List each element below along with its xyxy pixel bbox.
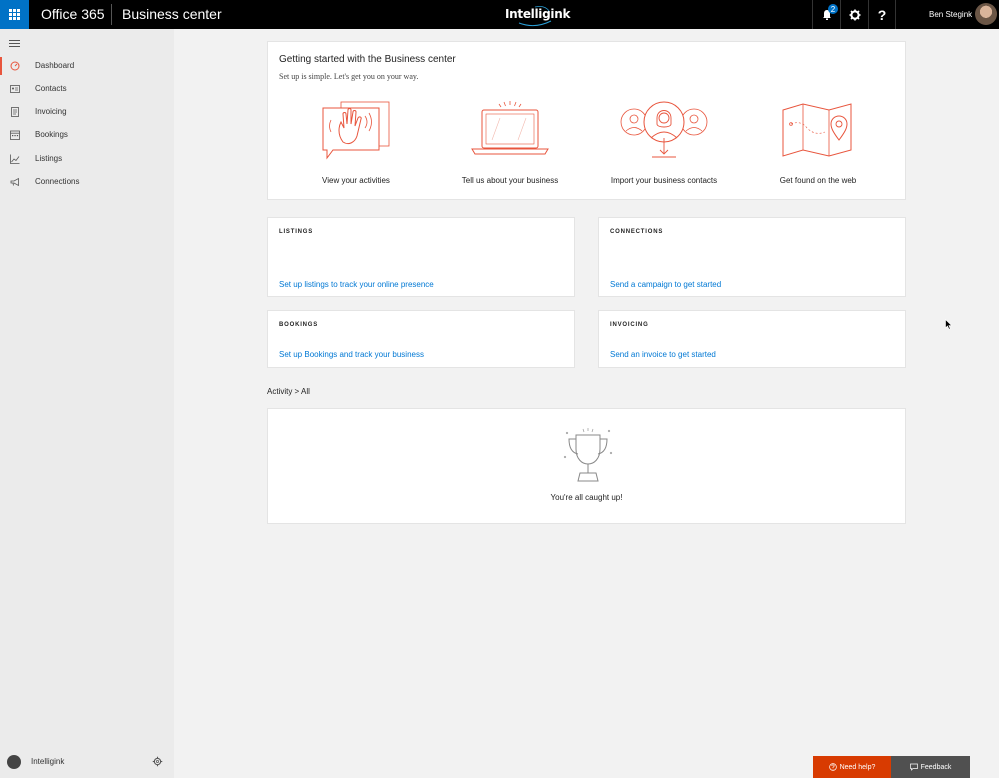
org-avatar [7, 755, 21, 769]
sidebar-item-label: Connections [35, 177, 80, 186]
get-found-item[interactable]: Get found on the web [748, 100, 888, 190]
invoicing-tile: INVOICING Send an invoice to get started [598, 310, 906, 368]
need-help-button[interactable]: Need help? [813, 756, 891, 778]
org-switcher[interactable]: Intelligink [7, 754, 167, 770]
sidebar-item-invoicing[interactable]: Invoicing [0, 103, 174, 121]
tile-heading: LISTINGS [279, 229, 314, 235]
help-button[interactable]: ? [868, 0, 896, 29]
invoice-icon [11, 107, 19, 117]
gs-item-label: Tell us about your business [461, 176, 559, 185]
sidebar-item-label: Contacts [35, 84, 67, 93]
dashboard-icon [10, 61, 20, 71]
tile-heading: INVOICING [610, 322, 649, 328]
notifications-button[interactable]: 2 [812, 0, 840, 29]
feedback-button[interactable]: Feedback [891, 756, 970, 778]
mouse-cursor-icon [945, 319, 953, 330]
tile-heading: BOOKINGS [279, 322, 319, 328]
gear-icon [849, 9, 860, 20]
send-invoice-link[interactable]: Send an invoice to get started [610, 350, 716, 359]
notification-badge: 2 [828, 4, 838, 14]
tile-heading: CONNECTIONS [610, 229, 664, 235]
contact-card-icon [10, 85, 20, 93]
feedback-label: Feedback [920, 763, 952, 771]
import-contacts-item[interactable]: Import your business contacts [594, 100, 734, 190]
trophy-icon [563, 428, 613, 482]
sidebar-item-label: Invoicing [35, 107, 67, 116]
need-help-label: Need help? [839, 763, 876, 771]
waffle-icon [9, 9, 20, 20]
map-pin-icon [782, 103, 852, 157]
sidebar: Dashboard Contacts Invoicing Bookings Li… [0, 29, 174, 778]
header-divider [111, 4, 112, 25]
brand-logo: Intelligink [505, 3, 570, 27]
sidebar-item-label: Bookings [35, 130, 68, 139]
send-campaign-link[interactable]: Send a campaign to get started [610, 280, 721, 289]
sidebar-item-connections[interactable]: Connections [0, 173, 174, 191]
org-name: Intelligink [31, 757, 65, 766]
gs-item-label: View your activities [322, 176, 390, 185]
calendar-icon [10, 130, 20, 140]
line-chart-icon [10, 154, 20, 164]
bookings-setup-link[interactable]: Set up Bookings and track your business [279, 350, 424, 359]
question-icon: ? [877, 6, 887, 23]
waving-hand-icon [322, 101, 390, 160]
top-bar: Office 365 Business center Intelligink 2… [0, 0, 999, 29]
bookings-tile: BOOKINGS Set up Bookings and track your … [267, 310, 575, 368]
gs-item-label: Import your business contacts [610, 176, 718, 185]
settings-button[interactable] [840, 0, 868, 29]
gear-icon[interactable] [152, 756, 163, 767]
speech-bubble-icon [909, 763, 918, 771]
sidebar-item-label: Listings [35, 154, 63, 163]
user-avatar[interactable] [975, 3, 997, 25]
business-info-item[interactable]: Tell us about your business [440, 100, 580, 190]
app-title[interactable]: Business center [122, 6, 222, 22]
activity-card: You're all caught up! [267, 408, 906, 524]
megaphone-icon [10, 177, 19, 187]
hamburger-menu-icon[interactable] [9, 40, 20, 49]
getting-started-title: Getting started with the Business center [279, 54, 456, 65]
sidebar-item-dashboard[interactable]: Dashboard [0, 57, 174, 75]
getting-started-card: Getting started with the Business center… [267, 41, 906, 200]
contacts-import-icon [620, 101, 708, 158]
view-activities-item[interactable]: View your activities [286, 100, 426, 190]
app-launcher-button[interactable] [0, 0, 29, 29]
sidebar-item-bookings[interactable]: Bookings [0, 126, 174, 144]
activity-breadcrumb[interactable]: Activity > All [267, 387, 310, 396]
sidebar-item-contacts[interactable]: Contacts [0, 80, 174, 98]
sidebar-item-label: Dashboard [35, 61, 75, 70]
connections-tile: CONNECTIONS Send a campaign to get start… [598, 217, 906, 297]
sidebar-item-listings[interactable]: Listings [0, 150, 174, 168]
laptop-icon [471, 101, 549, 155]
listings-tile: LISTINGS Set up listings to track your o… [267, 217, 575, 297]
empty-state-message: You're all caught up! [550, 493, 623, 502]
suite-name[interactable]: Office 365 [41, 6, 105, 22]
gs-item-label: Get found on the web [779, 176, 857, 185]
user-name[interactable]: Ben Stegink [929, 10, 972, 19]
getting-started-subtitle: Set up is simple. Let's get you on your … [279, 72, 419, 81]
help-circle-icon [828, 763, 837, 771]
brand-text: Intelligink [505, 7, 571, 21]
listings-setup-link[interactable]: Set up listings to track your online pre… [279, 280, 434, 289]
